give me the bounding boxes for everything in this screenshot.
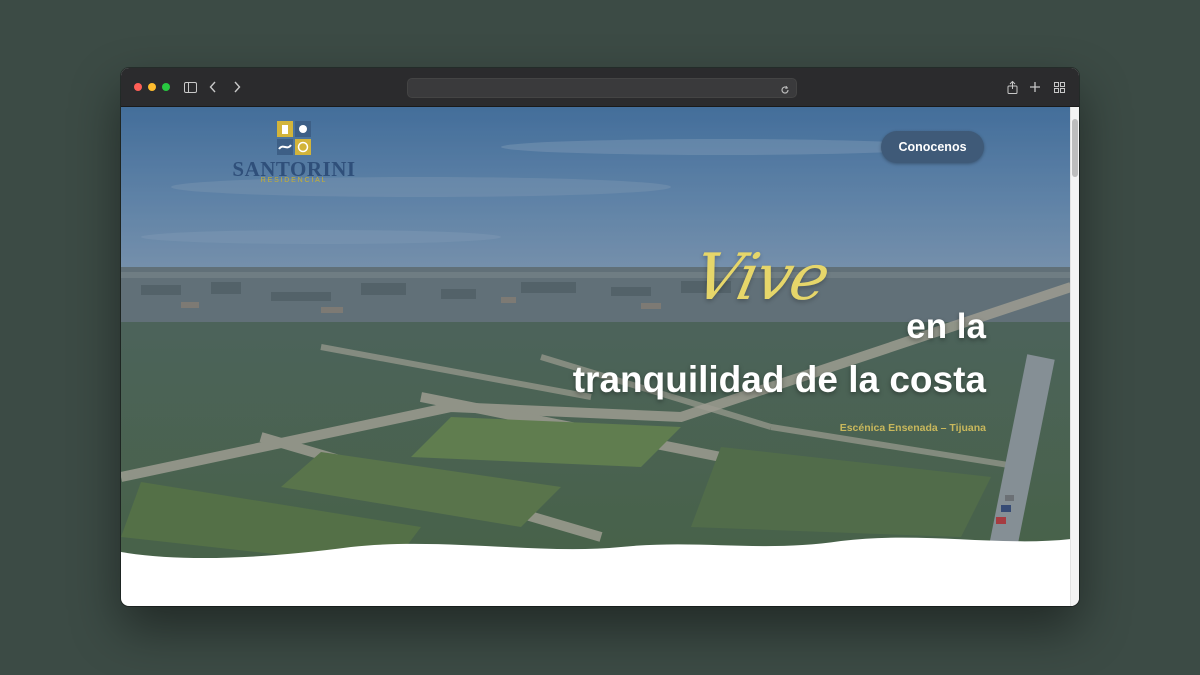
chevron-left-icon[interactable] (207, 79, 219, 95)
share-icon[interactable] (1006, 79, 1018, 95)
logo-emblem-icon (277, 121, 311, 155)
scrollbar-thumb[interactable] (1072, 119, 1078, 177)
conocenos-button[interactable]: Conocenos (881, 131, 984, 163)
close-window-button[interactable] (134, 83, 142, 91)
minimize-window-button[interactable] (148, 83, 156, 91)
browser-window: SANTORINI RESIDENCIAL Conocenos Vive en … (121, 68, 1079, 606)
page-viewport: SANTORINI RESIDENCIAL Conocenos Vive en … (121, 107, 1079, 606)
chevron-right-icon[interactable] (231, 79, 243, 95)
plus-icon[interactable] (1029, 79, 1041, 95)
browser-toolbar (121, 68, 1079, 107)
logo-subtitle: RESIDENCIAL (260, 177, 328, 184)
reload-icon[interactable] (780, 82, 790, 100)
hero-tagline: Escénica Ensenada – Tijuana (839, 422, 986, 434)
sidebar-icon[interactable] (183, 79, 197, 95)
zoom-window-button[interactable] (162, 83, 170, 91)
hero-headline-line1: en la (906, 307, 986, 346)
hero-section: SANTORINI RESIDENCIAL Conocenos Vive en … (121, 107, 1071, 606)
site-logo[interactable]: SANTORINI RESIDENCIAL (229, 119, 359, 185)
address-bar[interactable] (407, 78, 797, 98)
hero-headline-line2: tranquilidad de la costa (572, 359, 986, 400)
tab-overview-icon[interactable] (1053, 79, 1065, 95)
page-scrollbar[interactable] (1070, 107, 1079, 606)
hero-script-word: Vive (687, 241, 835, 315)
